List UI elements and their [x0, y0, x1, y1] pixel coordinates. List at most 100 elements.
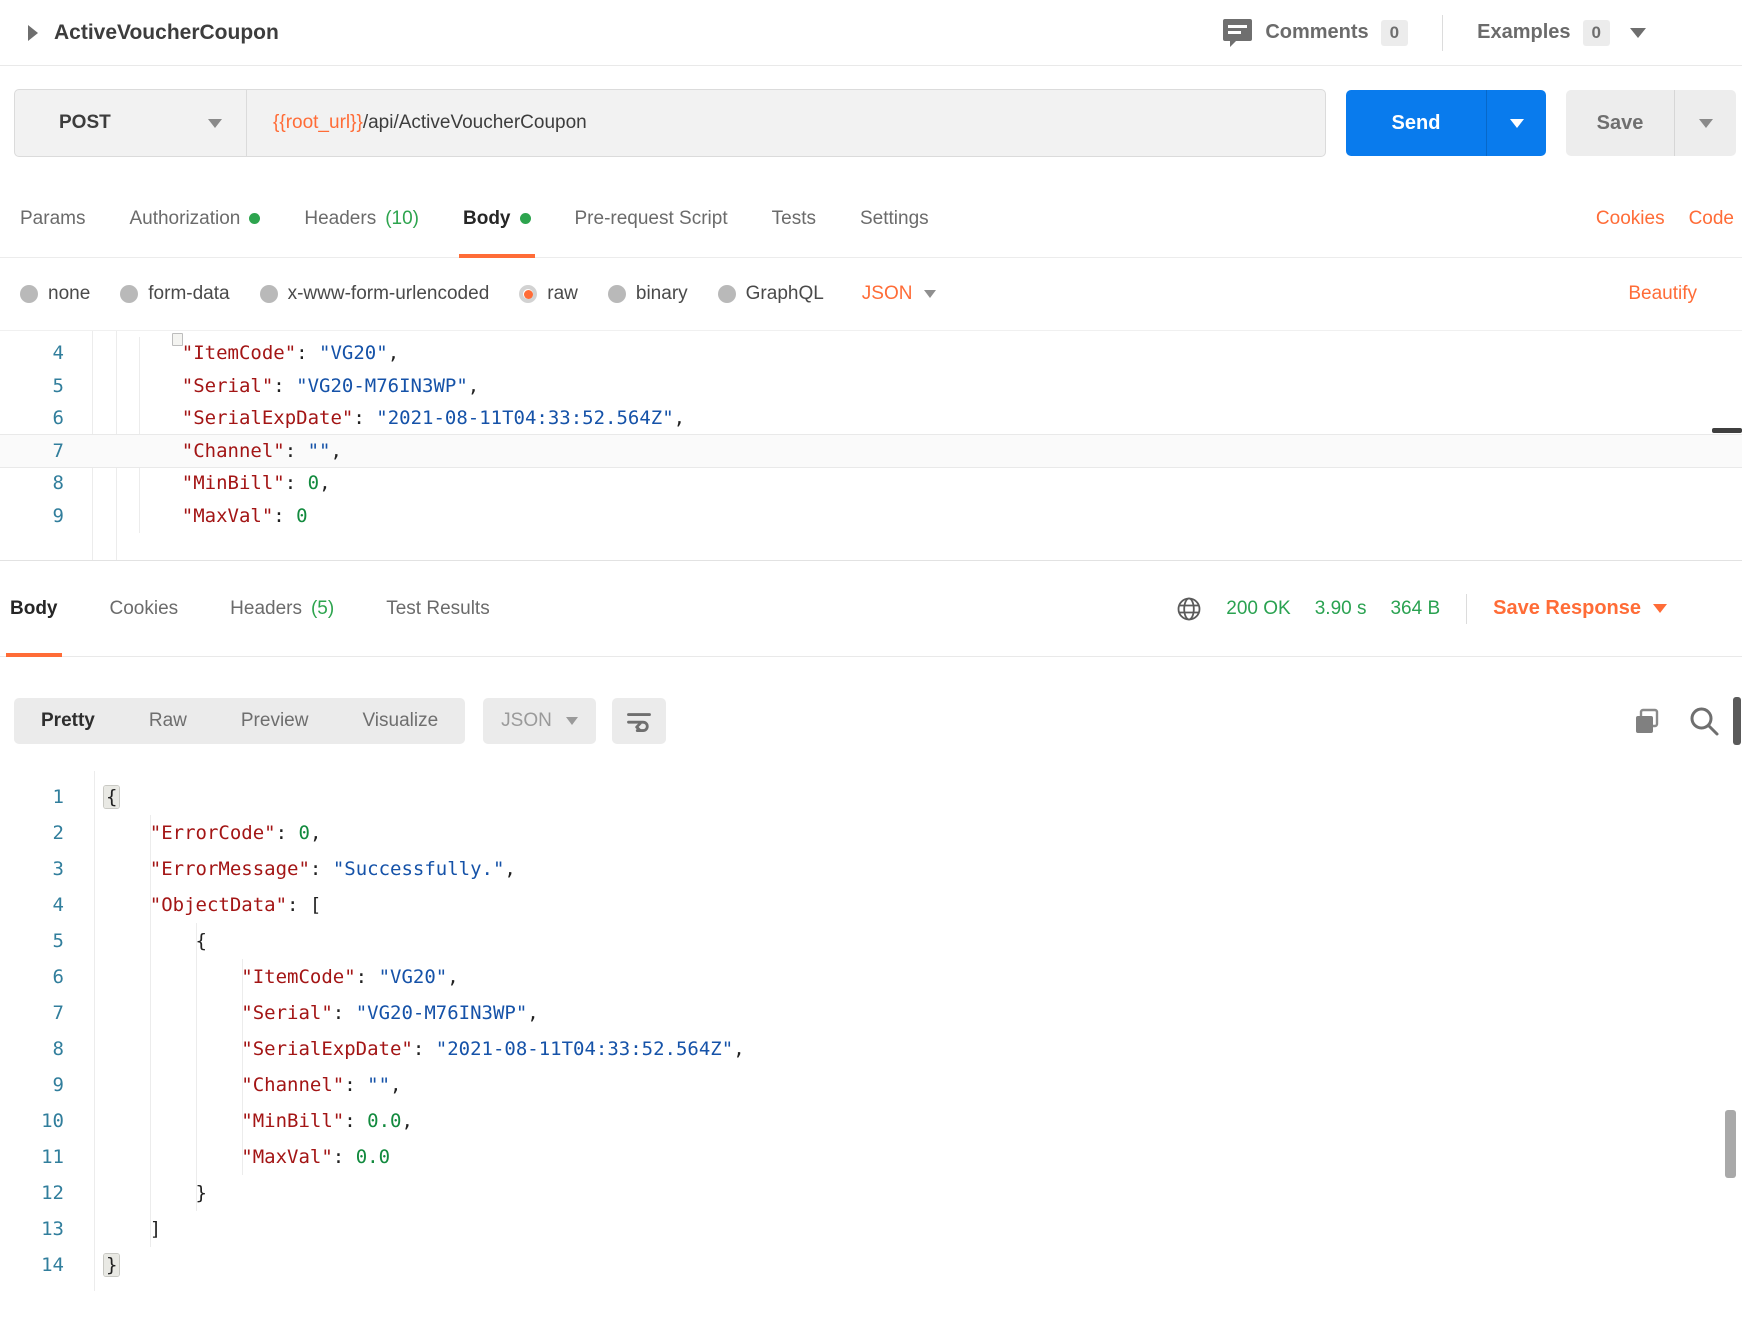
code-line: 9 "Channel": "", — [0, 1067, 1742, 1103]
headers-count: (10) — [385, 207, 419, 229]
view-visualize-button[interactable]: Visualize — [335, 698, 465, 744]
radio-none[interactable]: none — [20, 283, 90, 305]
line-number: 6 — [52, 407, 64, 430]
line-number: 11 — [41, 1146, 64, 1168]
save-response-caret-icon — [1653, 604, 1667, 613]
response-tab-test-results[interactable]: Test Results — [386, 561, 489, 657]
tab-authorization[interactable]: Authorization — [129, 180, 261, 258]
copy-response-icon[interactable] — [1632, 706, 1662, 736]
radio-graphql[interactable]: GraphQL — [717, 283, 824, 305]
collapse-caret-icon[interactable] — [28, 24, 38, 41]
comments-count-badge: 0 — [1380, 19, 1409, 46]
network-globe-icon[interactable] — [1176, 596, 1202, 622]
response-tab-test-results-label: Test Results — [386, 597, 490, 619]
examples-count-badge: 0 — [1582, 19, 1610, 46]
response-tabs-row: Body Cookies Headers (5) Test Results 200… — [0, 561, 1742, 657]
url-input[interactable]: {{root_url}}/api/ActiveVoucherCoupon — [247, 90, 1325, 156]
send-label: Send — [1391, 111, 1441, 134]
authorization-status-dot — [249, 213, 261, 224]
line-number: 9 — [52, 504, 64, 527]
status-code[interactable]: 200 OK — [1226, 598, 1290, 620]
request-tabs: Params Authorization Headers (10) Body Pr… — [0, 180, 1742, 258]
response-scrollbar-lower[interactable] — [1725, 1110, 1736, 1178]
response-tab-cookies-label: Cookies — [109, 597, 179, 619]
method-select[interactable]: POST — [15, 90, 247, 156]
wrap-lines-icon — [625, 707, 653, 735]
request-header: ActiveVoucherCoupon Comments 0 Examples … — [0, 0, 1742, 66]
line-number: 5 — [52, 930, 64, 952]
response-scrollbar-upper[interactable] — [1733, 697, 1741, 745]
save-response-button[interactable]: Save Response — [1493, 597, 1667, 620]
line-number: 14 — [41, 1254, 64, 1276]
radio-urlencoded-dot — [259, 285, 278, 303]
code-line: 6 "SerialExpDate": "2021-08-11T04:33:52.… — [0, 402, 1742, 435]
method-url-group: POST {{root_url}}/api/ActiveVoucherCoupo… — [14, 89, 1326, 157]
tab-params-label: Params — [20, 207, 86, 229]
radio-binary[interactable]: binary — [607, 283, 688, 305]
save-button[interactable]: Save — [1566, 90, 1674, 156]
code-line: 14} — [0, 1247, 1742, 1283]
raw-format-select[interactable]: JSON — [862, 283, 937, 305]
radio-urlencoded[interactable]: x-www-form-urlencoded — [259, 283, 489, 305]
code-line: 11 "MaxVal": 0.0 — [0, 1139, 1742, 1175]
radio-binary-label: binary — [635, 283, 688, 304]
radio-none-dot — [20, 285, 38, 303]
search-response-icon[interactable] — [1688, 705, 1720, 737]
tab-body-label: Body — [463, 207, 511, 229]
save-label: Save — [1596, 111, 1644, 134]
code-line: 4 "ItemCode": "VG20", — [0, 337, 1742, 370]
view-raw-button[interactable]: Raw — [122, 698, 214, 744]
radio-none-label: none — [48, 283, 91, 304]
send-options-button[interactable] — [1486, 90, 1546, 156]
response-tab-headers[interactable]: Headers (5) — [230, 561, 334, 657]
send-button[interactable]: Send — [1346, 90, 1486, 156]
tab-tests[interactable]: Tests — [772, 180, 816, 258]
line-number: 9 — [52, 1074, 64, 1096]
response-tab-body[interactable]: Body — [6, 561, 61, 657]
beautify-link[interactable]: Beautify — [1628, 283, 1697, 305]
code-line: 9 "MaxVal": 0 — [0, 500, 1742, 533]
response-size[interactable]: 364 B — [1390, 598, 1440, 620]
code-link[interactable]: Code — [1689, 208, 1734, 230]
radio-form-data[interactable]: form-data — [120, 283, 230, 305]
comments-label: Comments — [1265, 21, 1369, 43]
raw-format-value: JSON — [861, 283, 913, 304]
tab-pre-request-script[interactable]: Pre-request Script — [575, 180, 728, 258]
tab-tests-label: Tests — [771, 207, 816, 229]
line-number: 4 — [52, 342, 64, 365]
tab-headers[interactable]: Headers (10) — [304, 180, 419, 258]
examples-button[interactable]: Examples 0 — [1477, 19, 1646, 46]
code-line: 3 "ErrorMessage": "Successfully.", — [0, 851, 1742, 887]
tab-settings-label: Settings — [859, 207, 929, 229]
tab-settings[interactable]: Settings — [860, 180, 929, 258]
code-line: 10 "MinBill": 0.0, — [0, 1103, 1742, 1139]
response-tab-cookies[interactable]: Cookies — [110, 561, 179, 657]
response-format-select[interactable]: JSON — [483, 697, 596, 744]
response-time[interactable]: 3.90 s — [1315, 598, 1367, 620]
wrap-lines-button[interactable] — [611, 697, 666, 744]
view-mode-switcher: Pretty Raw Preview Visualize — [14, 697, 466, 744]
comments-button[interactable]: Comments 0 — [1222, 18, 1409, 48]
meta-divider — [1466, 593, 1468, 624]
request-body-editor[interactable]: 4 "ItemCode": "VG20", 5 "Serial": "VG20-M… — [0, 331, 1742, 561]
view-preview-button[interactable]: Preview — [214, 698, 336, 744]
radio-graphql-dot — [717, 285, 736, 303]
method-caret-icon — [208, 118, 222, 128]
save-options-button[interactable] — [1674, 90, 1736, 156]
request-bar: POST {{root_url}}/api/ActiveVoucherCoupo… — [0, 66, 1742, 180]
request-editor-scrollbar[interactable] — [1712, 428, 1742, 433]
send-split-button: Send — [1346, 90, 1546, 156]
response-meta: 200 OK 3.90 s 364 B Save Response — [1176, 593, 1667, 624]
tab-body[interactable]: Body — [459, 180, 534, 258]
code-line: 6 "ItemCode": "VG20", — [0, 959, 1742, 995]
view-pretty-button[interactable]: Pretty — [14, 698, 122, 744]
tab-params[interactable]: Params — [20, 180, 85, 258]
code-line: 8 "SerialExpDate": "2021-08-11T04:33:52.… — [0, 1031, 1742, 1067]
request-tabs-links: Cookies Code — [1596, 208, 1734, 230]
save-split-button: Save — [1566, 90, 1736, 156]
radio-raw[interactable]: raw — [519, 283, 578, 305]
cookies-link[interactable]: Cookies — [1596, 208, 1665, 230]
url-variable: {{root_url}} — [273, 112, 363, 133]
code-line: 7 "Channel": "", — [0, 434, 1742, 467]
code-line: 5 { — [0, 923, 1742, 959]
